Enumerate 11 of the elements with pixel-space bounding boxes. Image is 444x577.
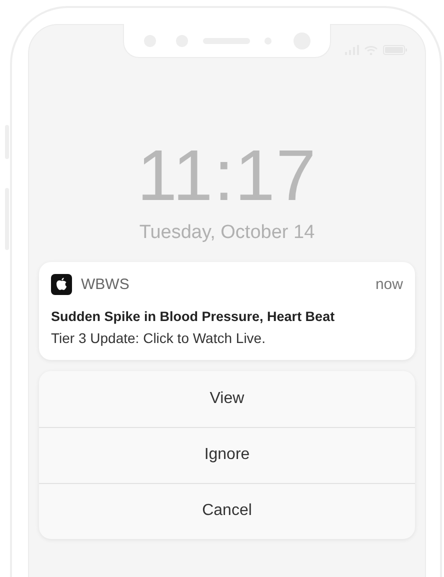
action-button[interactable]: Ignore bbox=[39, 426, 415, 483]
action-button[interactable]: View bbox=[39, 370, 415, 427]
app-icon bbox=[51, 274, 72, 295]
lock-screen-time: 11:17 bbox=[137, 135, 317, 218]
notification-title: Sudden Spike in Blood Pressure, Heart Beat bbox=[51, 308, 336, 324]
notification-card[interactable]: WBWS now Sudden Spike in Blood Pressure, Heart Beat Tier 3 Update: Click to Watch Live. bbox=[39, 262, 415, 360]
notification-time: now bbox=[375, 276, 403, 293]
notification-body: Tier 3 Update: Click to Watch Live. bbox=[51, 330, 266, 346]
app-name: WBWS bbox=[81, 276, 130, 293]
lock-screen-date: Tuesday, October 14 bbox=[139, 222, 315, 244]
action-button[interactable]: Cancel bbox=[39, 482, 415, 539]
